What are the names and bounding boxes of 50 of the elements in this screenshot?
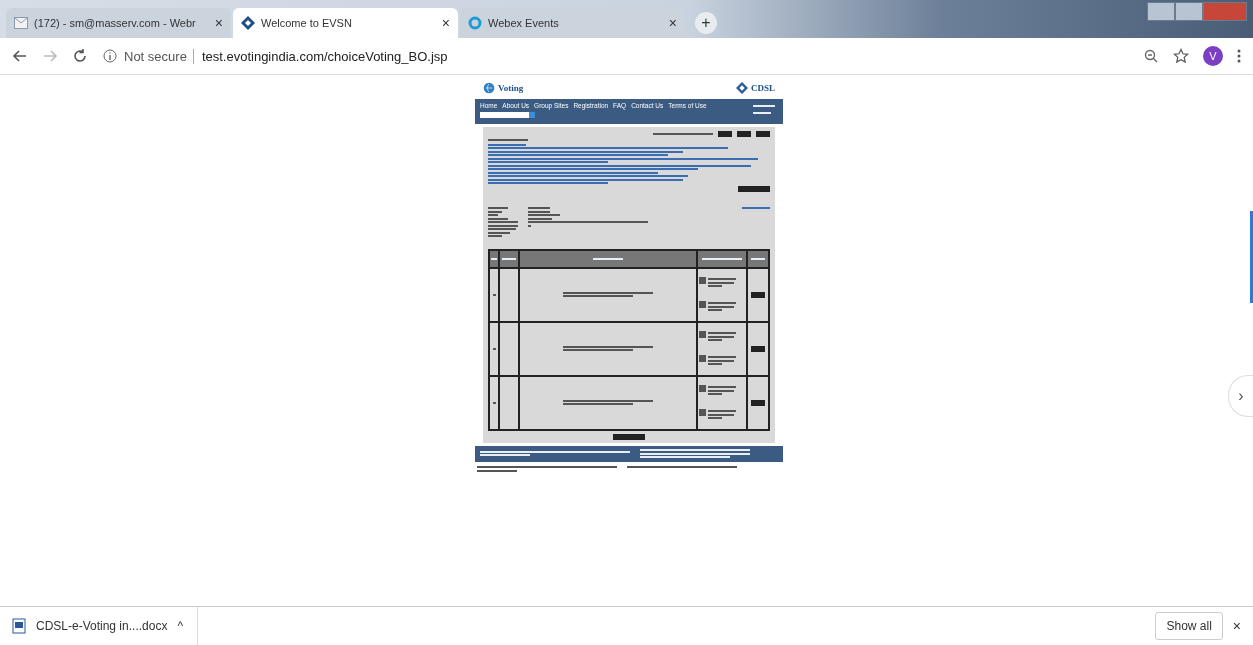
info-icon[interactable] [102, 48, 118, 64]
close-icon[interactable]: × [1232, 618, 1241, 634]
browser-tab[interactable]: Welcome to EVSN × [233, 8, 458, 38]
illegible-text-drawing [488, 205, 518, 239]
logo-text: CDSL [751, 83, 775, 93]
mail-icon [14, 17, 28, 29]
side-panel-toggle[interactable]: › [1228, 375, 1253, 417]
globe-icon [483, 82, 495, 94]
checkbox[interactable] [699, 330, 706, 338]
browser-tab[interactable]: (172) - sm@masserv.com - Webr × [6, 8, 231, 38]
illegible-text-drawing [708, 408, 736, 421]
reset-button[interactable] [751, 345, 765, 352]
new-tab-button[interactable]: + [695, 12, 717, 34]
star-icon[interactable] [1173, 48, 1189, 64]
checkbox[interactable] [699, 354, 706, 362]
close-icon[interactable]: × [214, 15, 223, 31]
download-file[interactable]: CDSL-e-Voting in....docx [36, 619, 168, 633]
reload-icon[interactable] [72, 48, 88, 64]
illegible-text-drawing [708, 384, 736, 397]
diamond-icon [241, 16, 255, 30]
zoom-icon[interactable] [1143, 48, 1159, 64]
illegible-text-drawing [708, 330, 736, 343]
illegible-text-drawing [708, 300, 736, 313]
illegible-text-drawing [708, 276, 736, 289]
document-icon [12, 618, 26, 634]
address-bar[interactable]: test.evotingindia.com/choiceVoting_BO.jsp [192, 48, 448, 64]
security-label[interactable]: Not secure [124, 48, 187, 64]
illegible-text-drawing [753, 103, 775, 115]
illegible-text-drawing [488, 138, 528, 141]
print-button[interactable] [738, 185, 770, 192]
checkbox[interactable] [699, 300, 706, 308]
checkbox[interactable] [699, 276, 706, 284]
checkbox[interactable] [699, 408, 706, 416]
scroll-thumb[interactable] [1250, 211, 1253, 303]
show-all-button[interactable]: Show all [1155, 612, 1223, 640]
reset-button[interactable] [751, 399, 765, 406]
ring-icon [468, 16, 482, 30]
checkbox[interactable] [699, 384, 706, 392]
illegible-text-drawing [708, 354, 736, 367]
logo-text: Voting [498, 83, 524, 93]
menu-icon[interactable] [1237, 49, 1241, 63]
back-icon[interactable] [12, 48, 28, 64]
reset-button[interactable] [751, 291, 765, 298]
close-icon[interactable]: × [441, 15, 450, 31]
search-field[interactable] [480, 112, 535, 118]
caret-icon[interactable]: ^ [177, 619, 184, 633]
profile-avatar[interactable]: V [1203, 46, 1223, 66]
close-icon[interactable]: × [668, 15, 677, 31]
diamond-icon [736, 82, 748, 94]
submit-button[interactable] [613, 433, 645, 440]
